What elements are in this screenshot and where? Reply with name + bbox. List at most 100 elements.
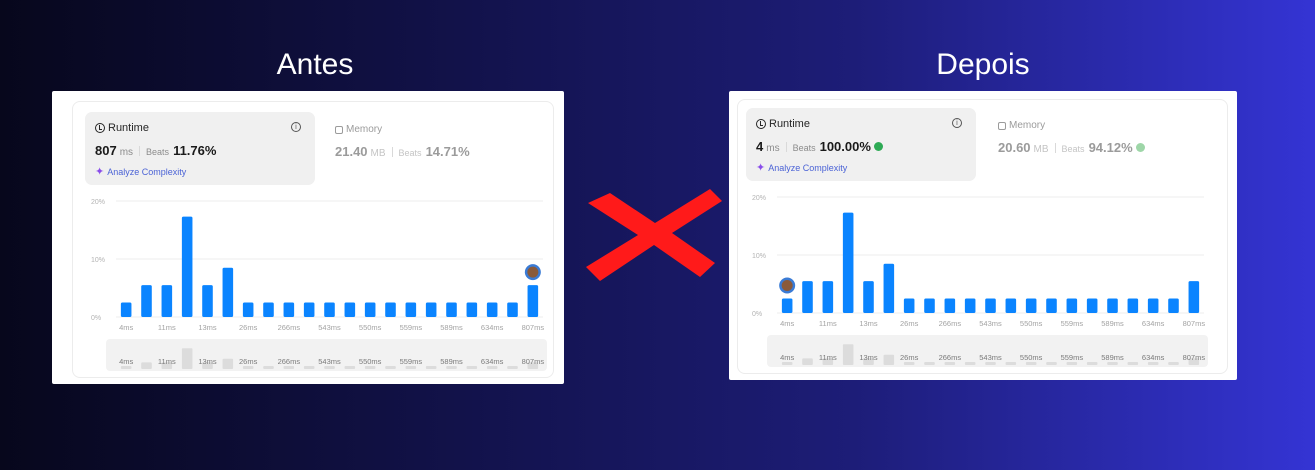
chart-svg: 0% 10% 20% 4ms 11ms 13ms 26ms 266ms 543ms 550ms 55… [91,199,547,371]
info-icon[interactable]: i [952,118,962,128]
runtime-distribution-chart: 0% 10% 20% 4ms 11ms 13ms 26ms 266ms 543ms 550ms 55… [81,195,551,380]
analyze-label: Analyze Complexity [768,162,848,173]
x-tick-label: 807ms [522,323,545,332]
bar [202,285,213,317]
bar [1147,298,1159,313]
bar [1066,298,1078,313]
bar [1127,298,1139,313]
y-tick-label: 0% [91,315,101,322]
bar [1086,298,1098,313]
y-tick-label: 0% [752,311,762,318]
slider-tick-label: 807ms [522,357,545,366]
runtime-unit: ms [119,147,134,158]
mini-bar [364,366,376,369]
mini-bar [466,366,478,369]
memory-beats-value: 94.12% [1088,140,1133,155]
runtime-distribution-chart: 0% 10% 20% 4ms 11ms 13ms 26ms 266ms 543ms 550ms 55… [742,191,1212,376]
x-tick-label: 4ms [119,323,133,332]
slider-tick-label: 559ms [400,357,423,366]
avatar-face [781,280,793,291]
medal-icon [873,142,883,151]
mini-bar [1147,362,1159,365]
title-after: Depois [936,48,1030,81]
x-tick-label: 634ms [481,323,504,332]
bar [842,212,854,313]
bar [1025,298,1037,313]
runtime-card[interactable]: Runtime i 807 ms Beats 11.76% ✦ Analyze … [85,112,315,185]
runtime-stats: 4 ms Beats 100.00% [756,139,883,154]
mini-bar [141,362,152,369]
slider-tick-label: 4ms [780,353,794,362]
bar [1188,281,1200,313]
bar [161,285,173,317]
beats-label: Beats [146,147,170,157]
bar [924,298,935,313]
mini-bar [802,358,813,365]
bar [405,302,417,317]
x-tick-label: 26ms [900,319,919,328]
mini-bar [985,362,996,365]
beats-label: Beats [1061,144,1085,154]
x-tick-label: 559ms [400,323,423,332]
clock-icon [95,123,105,133]
mini-bar [507,366,518,369]
slider-tick-label: 26ms [239,357,258,366]
chip-icon [998,121,1006,130]
chart-svg: 0% 10% 20% 4ms 11ms 13ms 26ms 266ms 543ms 550ms 55… [752,195,1208,367]
mini-bar [1025,362,1037,365]
memory-unit: MB [370,148,386,159]
bar [486,302,498,317]
mini-bar [1066,362,1078,365]
slider-tick-label: 4ms [119,357,133,366]
bar [527,285,539,317]
bar [364,302,376,317]
mini-bar [1107,362,1118,365]
mini-bar [242,366,254,369]
bar [985,298,996,313]
memory-header[interactable]: Memory [998,120,1045,131]
slider-tick-label: 634ms [1142,353,1165,362]
slider-tick-label: 543ms [979,353,1002,362]
x-tick-label: 543ms [318,323,341,332]
slider-tick-label: 13ms [198,357,217,366]
analyze-complexity-link[interactable]: ✦ Analyze Complexity [756,161,847,174]
bar [181,216,193,317]
mini-bar [1046,362,1057,365]
memory-header[interactable]: Memory [335,124,382,135]
slider-tick-label: 13ms [859,353,878,362]
bar [283,302,295,317]
bar [263,302,274,317]
slider-tick-label: 559ms [1061,353,1084,362]
info-icon[interactable]: i [291,122,301,132]
runtime-beats-value: 11.76% [173,143,217,158]
beats-label: Beats [398,148,422,158]
slider-tick-label: 807ms [1183,353,1206,362]
runtime-stats: 807 ms Beats 11.76% [95,143,216,158]
mini-bar [842,344,854,365]
y-tick-label: 20% [752,195,766,202]
bar [802,281,813,313]
screenshot-after: Runtime i 4 ms Beats 100.00% ✦ Analyze C… [729,91,1237,380]
runtime-card[interactable]: Runtime i 4 ms Beats 100.00% ✦ Analyze C… [746,108,976,181]
slider-tick-label: 11ms [158,357,176,366]
y-tick-label: 20% [91,199,105,206]
runtime-value: 4 [756,139,764,154]
x-tick-label: 4ms [780,319,794,328]
mini-bar [964,362,976,365]
slider-tick-label: 11ms [819,353,837,362]
mini-bar [1005,362,1017,365]
sparkle-icon: ✦ [95,165,105,178]
divider [1054,142,1056,153]
screenshot-before: Runtime i 807 ms Beats 11.76% ✦ Analyze … [52,91,564,384]
y-tick-label: 10% [752,253,766,260]
slider-tick-label: 589ms [440,357,463,366]
mini-bar [385,366,396,369]
mini-bar [1086,362,1098,365]
runtime-label: Runtime [108,122,149,134]
runtime-header: Runtime [756,118,810,130]
bar [1168,298,1179,313]
x-tick-label: 26ms [239,323,258,332]
analyze-complexity-link[interactable]: ✦ Analyze Complexity [95,165,186,178]
slider-tick-label: 266ms [278,357,301,366]
mini-bar [446,366,457,369]
